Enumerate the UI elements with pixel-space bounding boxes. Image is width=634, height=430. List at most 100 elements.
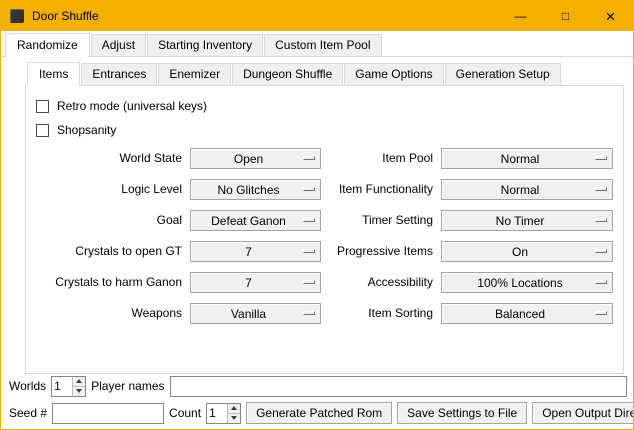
timer-setting-value: No Timer [442, 214, 598, 228]
titlebar: Door Shuffle — □ × [1, 1, 633, 31]
option-menu-indicator-icon [595, 311, 607, 315]
retro-mode-label: Retro mode (universal keys) [57, 99, 207, 113]
item-pool-dropdown[interactable]: Normal [441, 148, 613, 169]
crystals-open-gt-dropdown[interactable]: 7 [190, 241, 321, 262]
maximize-button[interactable]: □ [543, 1, 588, 31]
door-shuffle-window: Door Shuffle — □ × Randomize Adjust Star… [0, 0, 634, 430]
crystals-open-gt-label: Crystals to open GT [32, 241, 182, 262]
worlds-input[interactable] [52, 377, 72, 396]
option-menu-indicator-icon [303, 280, 315, 284]
count-spin-down-button[interactable] [227, 413, 240, 423]
spin-down-icon [231, 416, 237, 423]
option-menu-indicator-icon [303, 249, 315, 253]
option-menu-indicator-icon [595, 280, 607, 284]
crystals-harm-ganon-label: Crystals to harm Ganon [32, 272, 182, 293]
option-menu-indicator-icon [303, 156, 315, 160]
worlds-row: Worlds Player names [9, 375, 627, 397]
count-input[interactable] [207, 404, 227, 423]
logic-level-dropdown[interactable]: No Glitches [190, 179, 321, 200]
logic-level-value: No Glitches [191, 183, 306, 197]
secondary-tab-bar: Items Entrances Enemizer Dungeon Shuffle… [25, 62, 624, 86]
item-functionality-label: Item Functionality [329, 179, 433, 200]
tab-randomize[interactable]: Randomize [5, 33, 90, 57]
progressive-items-value: On [442, 245, 598, 259]
option-menu-indicator-icon [595, 187, 607, 191]
spin-up-icon [231, 403, 237, 410]
count-spinner[interactable] [206, 403, 241, 424]
worlds-spinner[interactable] [51, 376, 86, 397]
option-menu-indicator-icon [303, 311, 315, 315]
window-title: Door Shuffle [32, 9, 99, 23]
tab-adjust[interactable]: Adjust [91, 34, 146, 56]
progressive-items-label: Progressive Items [329, 241, 433, 262]
item-pool-label: Item Pool [329, 148, 433, 169]
minimize-icon: — [515, 9, 527, 23]
count-label: Count [169, 406, 201, 420]
worlds-label: Worlds [9, 379, 46, 393]
shopsanity-label: Shopsanity [57, 123, 116, 137]
tab-enemizer[interactable]: Enemizer [158, 63, 231, 85]
goal-dropdown[interactable]: Defeat Ganon [190, 210, 321, 231]
progressive-items-dropdown[interactable]: On [441, 241, 613, 262]
count-spin-up-button[interactable] [227, 404, 240, 413]
player-names-label: Player names [91, 379, 164, 393]
tab-custom-item-pool[interactable]: Custom Item Pool [264, 34, 381, 56]
open-output-directory-button[interactable]: Open Output Directory [532, 402, 634, 424]
items-pane: Retro mode (universal keys) Shopsanity W… [25, 86, 624, 374]
timer-setting-label: Timer Setting [329, 210, 433, 231]
player-names-input[interactable] [170, 376, 628, 397]
world-state-dropdown[interactable]: Open [190, 148, 321, 169]
crystals-harm-ganon-dropdown[interactable]: 7 [190, 272, 321, 293]
option-menu-indicator-icon [303, 187, 315, 191]
generate-patched-rom-button[interactable]: Generate Patched Rom [246, 402, 392, 424]
item-functionality-dropdown[interactable]: Normal [441, 179, 613, 200]
tab-generation-setup[interactable]: Generation Setup [445, 63, 561, 85]
world-state-label: World State [32, 148, 182, 169]
close-button[interactable]: × [588, 1, 633, 31]
item-sorting-dropdown[interactable]: Balanced [441, 303, 613, 324]
maximize-icon: □ [562, 9, 569, 23]
item-functionality-value: Normal [442, 183, 598, 197]
worlds-spin-buttons [72, 377, 85, 396]
tab-items[interactable]: Items [27, 62, 80, 86]
option-menu-indicator-icon [595, 249, 607, 253]
tab-entrances[interactable]: Entrances [81, 63, 157, 85]
weapons-label: Weapons [32, 303, 182, 324]
option-menu-indicator-icon [303, 218, 315, 222]
app-icon[interactable] [10, 9, 24, 23]
randomize-pane: Items Entrances Enemizer Dungeon Shuffle… [25, 62, 624, 374]
accessibility-value: 100% Locations [442, 276, 598, 290]
option-menu-indicator-icon [595, 156, 607, 160]
worlds-spin-up-button[interactable] [72, 377, 85, 386]
checkbox-row-retro-mode[interactable]: Retro mode (universal keys) [36, 94, 617, 118]
item-sorting-label: Item Sorting [329, 303, 433, 324]
checkbox-row-shopsanity[interactable]: Shopsanity [36, 118, 617, 142]
tab-starting-inventory[interactable]: Starting Inventory [147, 34, 263, 56]
logic-level-label: Logic Level [32, 179, 182, 200]
count-spin-buttons [227, 404, 240, 423]
seed-label: Seed # [9, 406, 47, 420]
tab-dungeon-shuffle[interactable]: Dungeon Shuffle [232, 63, 343, 85]
world-state-value: Open [191, 152, 306, 166]
close-icon: × [606, 8, 616, 25]
worlds-spin-down-button[interactable] [72, 386, 85, 396]
minimize-button[interactable]: — [498, 1, 543, 31]
tab-game-options[interactable]: Game Options [344, 63, 443, 85]
seed-row: Seed # Count Generate Patched Rom Save S… [9, 402, 627, 424]
shopsanity-checkbox[interactable] [36, 124, 49, 137]
accessibility-label: Accessibility [329, 272, 433, 293]
spin-up-icon [76, 376, 82, 383]
goal-value: Defeat Ganon [191, 214, 306, 228]
retro-mode-checkbox[interactable] [36, 100, 49, 113]
seed-input[interactable] [52, 403, 164, 424]
item-pool-value: Normal [442, 152, 598, 166]
timer-setting-dropdown[interactable]: No Timer [441, 210, 613, 231]
crystals-harm-ganon-value: 7 [191, 276, 306, 290]
weapons-dropdown[interactable]: Vanilla [190, 303, 321, 324]
crystals-open-gt-value: 7 [191, 245, 306, 259]
goal-label: Goal [32, 210, 182, 231]
save-settings-button[interactable]: Save Settings to File [397, 402, 527, 424]
accessibility-dropdown[interactable]: 100% Locations [441, 272, 613, 293]
spin-down-icon [76, 389, 82, 396]
settings-grid: World State Open Item Pool Normal Logic … [32, 148, 617, 324]
